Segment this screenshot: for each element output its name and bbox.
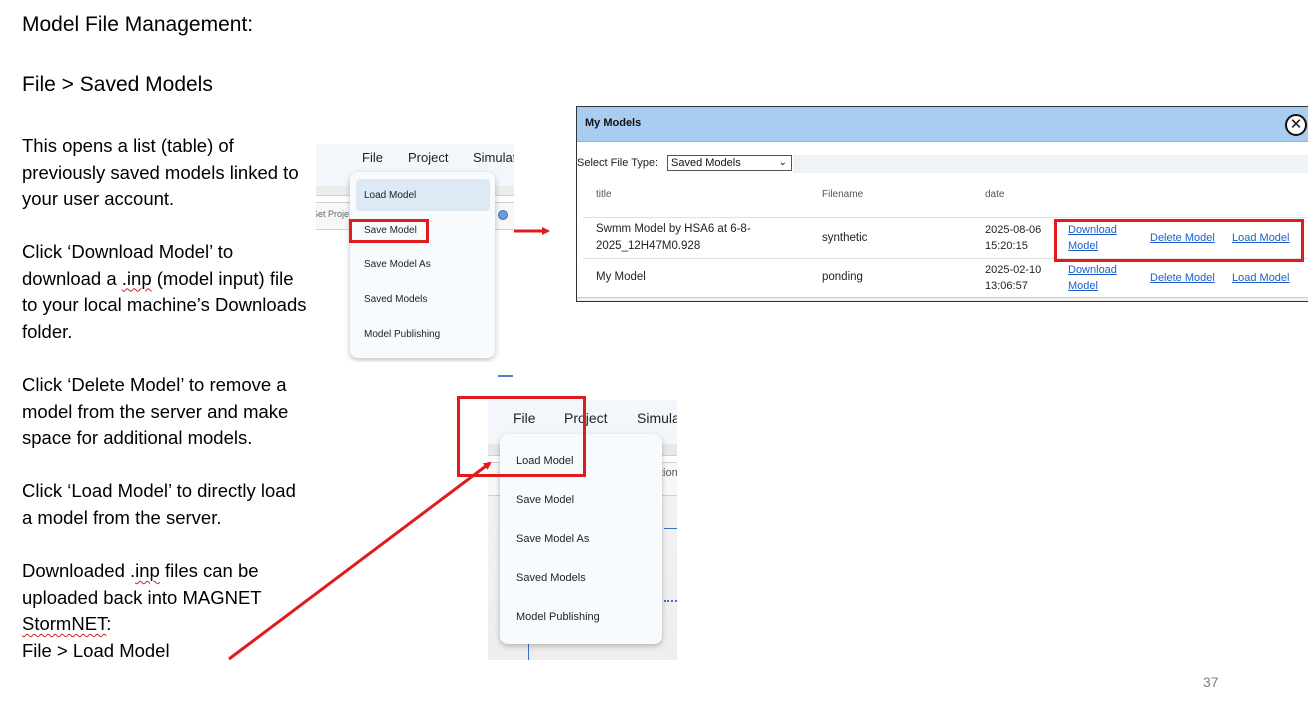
text-run: StormNET	[22, 613, 107, 635]
row-divider	[583, 217, 1308, 218]
file-type-select[interactable]: Saved Models ⌄	[667, 155, 792, 171]
link-line: Model	[1068, 280, 1098, 292]
highlight-box-save-model	[349, 219, 429, 243]
menu-simulation[interactable]: Simula	[637, 410, 677, 426]
background-label: tion	[660, 467, 677, 479]
link-line: Download	[1068, 264, 1117, 276]
text-run: files can be	[159, 560, 259, 581]
cell-line: 13:06:57	[985, 280, 1028, 292]
paragraph-upload: Downloaded .inp files can be uploaded ba…	[22, 558, 332, 664]
cell-filename: ponding	[822, 271, 863, 283]
cell-line: Swmm Model by HSA6 at 6-8-	[596, 223, 751, 235]
cell-date: 2025-02-10 13:06:57	[985, 262, 1041, 294]
paragraph-line: StormNET:	[22, 611, 332, 638]
paragraph-saved-models: This opens a list (table) of previously …	[22, 133, 332, 213]
background-label: Set Proje	[316, 209, 350, 219]
text-run: download a	[22, 267, 122, 289]
menu-item-load-model[interactable]: Load Model	[364, 190, 416, 201]
menu-item-save-model-as[interactable]: Save Model As	[516, 533, 589, 545]
file-type-label: Select File Type:	[577, 157, 659, 169]
my-models-dialog: My Models ✕ Select File Type: Saved Mode…	[576, 106, 1308, 302]
delete-model-link[interactable]: Delete Model	[1150, 270, 1215, 286]
paragraph-download: Click ‘Download Model’ to download a .in…	[22, 239, 332, 345]
column-header-filename: Filename	[822, 189, 864, 200]
paragraph-line: model from the server and make	[22, 400, 289, 422]
cell-filename: synthetic	[822, 232, 868, 244]
paragraph-delete: Click ‘Delete Model’ to remove a model f…	[22, 372, 332, 452]
menu-item-save-model[interactable]: Save Model	[516, 494, 574, 506]
globe-icon	[498, 210, 508, 220]
column-header-title: title	[596, 189, 612, 200]
menu-project[interactable]: Project	[408, 150, 448, 165]
paragraph-line: File > Load Model	[22, 639, 170, 661]
load-model-link[interactable]: Load Model	[1232, 270, 1290, 286]
text-run: Downloaded .	[22, 560, 136, 581]
menu-item-model-publishing[interactable]: Model Publishing	[516, 611, 600, 623]
cell-title: My Model	[596, 271, 646, 283]
file-type-value: Saved Models	[671, 157, 741, 169]
highlight-box-row-actions	[1054, 219, 1304, 262]
paragraph-line: previously saved models linked to	[22, 161, 299, 183]
cell-date: 2025-08-06 15:20:15	[985, 222, 1041, 254]
paragraph-line: This opens a list (table) of	[22, 135, 234, 156]
text-run: (model input) file	[151, 267, 294, 289]
file-dropdown: Load Model Save Model Save Model As Save…	[350, 172, 495, 358]
paragraph-line: a model from the server.	[22, 506, 222, 528]
paragraph-line: uploaded back into MAGNET	[22, 586, 262, 608]
column-header-date: date	[985, 189, 1005, 200]
text-run: :	[106, 613, 112, 635]
cell-line: 15:20:15	[985, 240, 1028, 252]
paragraph-line: Click ‘Load Model’ to directly load	[22, 480, 296, 501]
download-model-link[interactable]: Download Model	[1068, 262, 1117, 294]
page-number: 37	[1203, 674, 1219, 690]
slide-title: Model File Management:	[22, 13, 254, 36]
text-run: inp	[135, 560, 160, 581]
close-circle-icon[interactable]: ✕	[1285, 114, 1307, 136]
filter-bar	[793, 155, 1308, 173]
text-run: .inp	[121, 267, 152, 289]
paragraph-line: folder.	[22, 320, 73, 342]
paragraph-line: your user account.	[22, 188, 175, 210]
cell-line: 2025-08-06	[985, 224, 1042, 236]
paragraph-line: Click ‘Download Model’ to	[22, 241, 234, 262]
menu-item-save-model-as[interactable]: Save Model As	[364, 259, 431, 270]
slide-subtitle: File > Saved Models	[22, 73, 213, 96]
paragraph-line: to your local machine’s Downloads	[22, 294, 307, 316]
paragraph-line: Downloaded .inp files can be	[22, 558, 332, 585]
paragraph-line: download a .inp (model input) file	[22, 266, 332, 293]
map-line	[664, 528, 677, 529]
menu-item-saved-models[interactable]: Saved Models	[516, 572, 586, 584]
paragraph-line: space for additional models.	[22, 427, 253, 449]
chevron-down-icon: ⌄	[778, 157, 787, 168]
cell-line: 2025_12H47M0.928	[596, 240, 701, 252]
menu-screenshot-save: File Project Simulat Set Proje Load Mode…	[316, 144, 514, 362]
decorative-line	[498, 375, 513, 377]
highlight-box-file-load	[457, 396, 586, 477]
menu-file[interactable]: File	[362, 150, 383, 165]
menu-item-model-publishing[interactable]: Model Publishing	[364, 329, 440, 340]
paragraph-load: Click ‘Load Model’ to directly load a mo…	[22, 478, 332, 531]
map-dotted-line	[664, 600, 677, 602]
dialog-footer	[577, 297, 1308, 301]
dialog-title: My Models	[585, 117, 642, 129]
menu-item-saved-models[interactable]: Saved Models	[364, 294, 427, 305]
dialog-header: My Models ✕	[577, 107, 1308, 142]
cell-title: Swmm Model by HSA6 at 6-8- 2025_12H47M0.…	[596, 221, 751, 255]
menu-simulation[interactable]: Simulat	[473, 150, 514, 165]
cell-line: 2025-02-10	[985, 264, 1042, 276]
paragraph-line: Click ‘Delete Model’ to remove a	[22, 374, 287, 395]
